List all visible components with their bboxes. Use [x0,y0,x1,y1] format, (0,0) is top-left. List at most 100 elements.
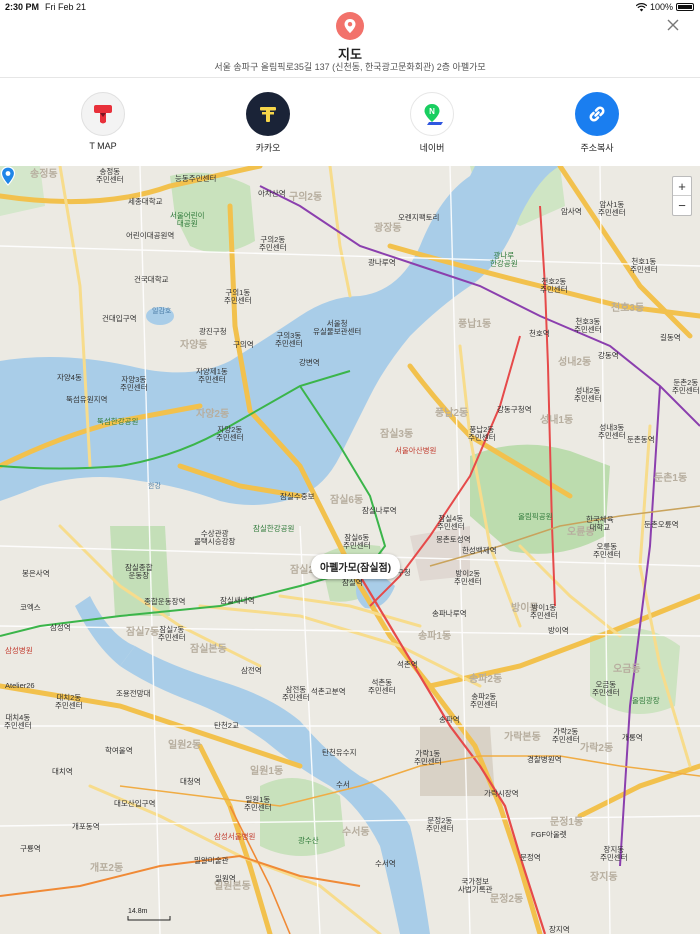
map-label: 일원본동 [214,881,251,892]
map-label: 송파역 [439,715,460,724]
map-label: 자양동 [180,340,208,351]
map-label: 풍납1동 [458,319,492,330]
kakaomap-icon [246,92,290,136]
tmap-icon [81,92,125,136]
map-label: 오금동 주민센터 [592,680,620,697]
map-label: 구의2동 [289,192,323,203]
map-label: 문정2동 [490,894,524,905]
map-label: 잠실7동 주민센터 [158,625,186,642]
map-app-bar: T MAP 카카오 N 네이버 주소복사 [0,78,700,166]
map-label: 강동역 [598,351,619,360]
zoom-out-button[interactable]: − [673,196,691,215]
map-label: 건국대학교 [134,275,169,284]
map-label: 수서 [336,780,350,789]
scale-label: 14.8m [128,908,148,915]
map-label: 천호역 [529,329,550,338]
map-label: 석촌고분역 [311,687,346,696]
map-label: 코엑스 [20,603,41,612]
map-label: 암사1동 주민센터 [598,200,626,217]
map-label: 가락2동 [580,743,614,754]
map-label: 봉은사역 [22,569,50,578]
map-label: 천호1동 주민센터 [630,257,658,274]
map-label: 풍납2동 주민센터 [468,425,496,442]
map-label: 올림광장 [632,696,660,705]
map-label: 암사역 [561,207,582,216]
map-label: 잠실역 [342,578,363,587]
map-label: 일원1동 주민센터 [244,795,272,812]
map-label: 잠실4동 주민센터 [437,514,465,531]
map-view[interactable]: 송정동 구의2동 광장동 천호3동 풍납1동 자양동 성내2동 자양2동 풍납2… [0,166,700,934]
map-label: 아차산역 [258,189,286,198]
map-label: FGF아울렛 [531,830,567,839]
map-label: 둔촌2동 주민센터 [672,378,700,395]
close-button[interactable] [666,18,680,32]
map-label: 대모산입구역 [114,799,156,808]
map-label: 대치4동 주민센터 [4,713,32,730]
map-label: 건대입구역 [102,314,137,323]
map-label: 개포동역 [72,822,100,831]
map-label: 몽촌토성역 [436,535,471,544]
map-label: 광나루 한강공원 [490,251,518,268]
map-label: 잠실6동 주민센터 [343,533,371,550]
map-label: 일원역 [215,874,236,883]
map-label: 가락2동 주민센터 [552,727,580,744]
map-label: 서울아산병원 [395,446,437,455]
map-label: 천호3동 주민센터 [574,317,602,334]
map-label: 대치역 [52,767,73,776]
map-label: 한성백제역 [462,546,497,555]
map-label: 탄천2교 [214,721,239,730]
map-label: 송정동 주민센터 [96,167,124,184]
link-icon [575,92,619,136]
copy-address-label: 주소복사 [580,143,614,153]
map-label: 천호2동 주민센터 [540,277,568,294]
svg-text:N: N [429,107,435,116]
map-label: 삼성서울병원 [214,832,256,841]
map-label: 일원1동 [250,766,284,777]
map-label: 삼성병원 [5,646,33,655]
map-label: 한강 [148,483,161,490]
map-label: 둔촌1동 [654,473,688,484]
map-label: 수서역 [375,859,396,868]
map-label: 학여울역 [105,746,133,755]
map-label: 장지동 [590,872,618,883]
map-label: 자양2동 [196,409,230,420]
map-label: 문정2동 주민센터 [426,816,454,833]
map-label: 구의3동 주민센터 [275,331,303,348]
map-label: 오금동 [613,664,641,675]
map-label: 자양제1동 주민센터 [196,367,228,384]
map-label: 서울청 유실물보관센터 [313,319,362,336]
kakaomap-button[interactable]: 카카오 [228,92,308,154]
map-label: 대청역 [180,777,201,786]
map-label: Atelier26 [5,681,35,690]
navermap-icon: N [410,92,454,136]
place-callout[interactable]: 아펠가모(잠실점) [311,554,401,579]
map-label: 자양3동 주민센터 [120,375,148,392]
map-label: 성내2동 주민센터 [574,386,602,403]
map-label: 잠실한강공원 [253,524,295,533]
map-label: 자양4동 [57,373,82,382]
map-label: 자양2동 주민센터 [216,425,244,442]
navermap-button[interactable]: N 네이버 [392,92,472,154]
map-label: 구의2동 주민센터 [259,235,287,252]
map-label: 길동역 [660,333,681,342]
location-marker-icon[interactable] [0,166,16,186]
map-label: 잠실새내역 [220,596,255,605]
map-label: 송파2동 [469,674,503,685]
map-label: 능동주민센터 [175,174,217,183]
map-label: 삼전역 [241,666,262,675]
map-label: 성내3동 주민센터 [598,423,626,440]
map-label: 서울어린이 대공원 [170,211,205,228]
zoom-control: + − [672,176,692,216]
kakaomap-label: 카카오 [255,143,281,153]
tmap-button[interactable]: T MAP [63,92,143,151]
zoom-in-button[interactable]: + [673,177,691,196]
map-label: 송파나루역 [432,609,467,618]
map-label: 일감호 [152,308,172,315]
map-label: 석촌역 [397,660,418,669]
map-label: 방이2동 주민센터 [454,569,482,586]
copy-address-button[interactable]: 주소복사 [557,92,637,154]
map-label: 가락1동 주민센터 [414,749,442,766]
map-label: 광장동 [374,223,402,234]
map-label: 밀알미술관 [194,856,229,865]
map-label: 송파2동 주민센터 [470,692,498,709]
